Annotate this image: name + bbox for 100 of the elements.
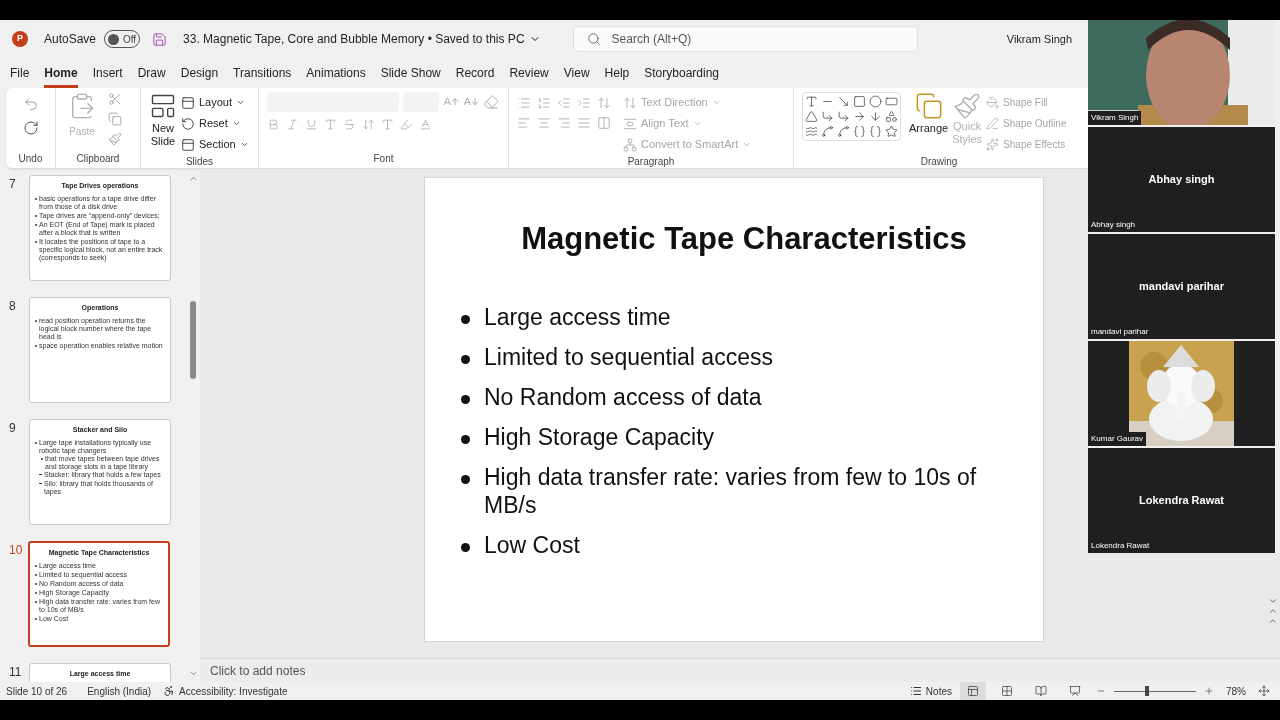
justify-icon[interactable] <box>577 116 591 130</box>
zoom-in-icon[interactable] <box>1204 686 1214 696</box>
slide-number: 8 <box>8 298 17 315</box>
line-spacing-icon[interactable] <box>597 96 611 110</box>
align-right-icon[interactable] <box>557 116 571 130</box>
numbering-icon[interactable] <box>537 96 551 110</box>
arrange-button[interactable]: Arrange <box>909 92 949 137</box>
shape-icon[interactable] <box>821 125 834 138</box>
shape-icon[interactable] <box>885 95 898 108</box>
brush-icon <box>953 92 982 120</box>
slide-thumbnail[interactable] <box>29 175 171 281</box>
shape-icon[interactable] <box>837 95 850 108</box>
ribbon-command[interactable]: Section <box>181 134 249 155</box>
ribbon-tab[interactable]: File <box>10 58 30 88</box>
slide-number: 9 <box>8 420 17 437</box>
ribbon-tab[interactable]: Draw <box>137 58 166 88</box>
shape-icon[interactable] <box>805 95 818 108</box>
shape-icon[interactable] <box>805 110 818 123</box>
command-icon <box>986 117 1000 130</box>
group-label: Paragraph <box>626 155 676 168</box>
cut-icon[interactable] <box>108 92 122 106</box>
shape-icon[interactable] <box>869 110 882 123</box>
shape-icon[interactable] <box>853 95 866 108</box>
bullet-mark <box>461 474 470 484</box>
scroll-down-icon[interactable] <box>188 669 198 678</box>
slide-number: 10 <box>8 542 24 559</box>
strikethrough-icon[interactable] <box>343 118 356 131</box>
ribbon-command[interactable]: Reset <box>181 113 249 134</box>
undo-icon[interactable] <box>22 96 39 112</box>
brush-icon[interactable] <box>108 132 122 146</box>
ribbon-tab[interactable]: Transitions <box>233 58 292 88</box>
spacing-icon[interactable] <box>362 118 375 131</box>
ribbon-tab[interactable]: Insert <box>92 58 123 88</box>
notes-placeholder[interactable]: Click to add notes <box>210 661 306 680</box>
dash-mark <box>39 474 42 475</box>
shape-icon[interactable] <box>821 110 834 123</box>
slide-bullet-text: Limited to sequential access <box>484 342 773 371</box>
accessibility-status[interactable]: Accessibility: Investigate <box>163 683 288 699</box>
bullets-icon[interactable] <box>517 96 531 110</box>
font-color-icon[interactable] <box>419 118 432 131</box>
highlighter-icon[interactable] <box>400 118 413 131</box>
document-title[interactable]: 33. Magnetic Tape, Core and Bubble Memory • Saved to this PC <box>183 30 541 48</box>
view-icon <box>967 685 979 697</box>
shape-icon[interactable] <box>885 125 898 138</box>
shape-icon[interactable] <box>869 125 882 138</box>
group-label: Drawing <box>919 155 959 168</box>
command-icon <box>181 137 195 152</box>
shape-icon[interactable] <box>853 110 866 123</box>
italic-icon[interactable] <box>286 118 299 131</box>
fit-slide-icon[interactable] <box>1258 685 1270 697</box>
ribbon-tab[interactable]: Record <box>455 58 495 88</box>
copy-icon[interactable] <box>108 112 122 126</box>
slide-thumbnail[interactable] <box>29 419 171 525</box>
zoom-level[interactable]: 78% <box>1226 683 1246 699</box>
slide-bullet-text: Large access time <box>484 302 671 331</box>
shape-icon[interactable] <box>805 125 818 138</box>
bold-icon[interactable] <box>267 118 280 131</box>
zoom-slider[interactable] <box>1114 686 1196 696</box>
language-status[interactable]: English (India) <box>87 683 152 699</box>
notes-button[interactable]: Notes <box>909 683 952 699</box>
accessibility-icon <box>163 685 176 697</box>
caret-icon <box>711 98 721 107</box>
ribbon-tab[interactable]: Help <box>604 58 630 88</box>
app-logo: P <box>12 31 28 47</box>
align-center-icon[interactable] <box>537 116 551 130</box>
redo-icon[interactable] <box>22 120 39 136</box>
align-left-icon[interactable] <box>517 116 531 130</box>
ribbon-tab[interactable]: Design <box>180 58 219 88</box>
shape-icon[interactable] <box>869 95 882 108</box>
outdent-icon[interactable] <box>557 96 571 110</box>
ribbon-tab[interactable]: Storyboarding <box>644 58 719 88</box>
clear-format-icon[interactable] <box>483 94 499 110</box>
slide-number: 11 <box>8 664 23 681</box>
slide-bullet-text: High data transfer rate: varies from few to 10s of MB/s <box>484 462 978 519</box>
scroll-down-icon[interactable] <box>1268 596 1278 606</box>
view-button[interactable] <box>960 682 986 700</box>
shape-icon[interactable] <box>853 125 866 138</box>
ribbon-tab[interactable]: View <box>563 58 590 88</box>
caret-icon <box>231 119 241 128</box>
view-icon <box>1035 685 1047 697</box>
columns-icon[interactable] <box>597 116 611 130</box>
new-slide-button[interactable]: New Slide <box>149 92 177 148</box>
shape-icon[interactable] <box>837 110 850 123</box>
slide-number: 7 <box>8 176 17 193</box>
search-field[interactable]: Search (Alt+Q) <box>572 26 918 52</box>
zoom-thumb[interactable] <box>1145 686 1150 696</box>
save-icon[interactable] <box>152 31 168 47</box>
underline-icon[interactable] <box>305 118 318 131</box>
notes-icon <box>909 685 922 697</box>
scroll-up-icon[interactable] <box>188 174 198 183</box>
shape-icon[interactable] <box>837 125 850 138</box>
shape-icon[interactable] <box>885 110 898 123</box>
indent-icon[interactable] <box>577 96 591 110</box>
command-icon <box>623 137 637 152</box>
shapes-gallery[interactable] <box>802 92 901 141</box>
ribbon-command[interactable]: Layout <box>181 92 249 113</box>
ribbon-tab[interactable]: Animations <box>306 58 366 88</box>
ribbon-tab[interactable]: Review <box>509 58 549 88</box>
ribbon-tab[interactable]: Slide Show <box>380 58 441 88</box>
slide-counter: Slide 10 of 26 <box>6 684 68 699</box>
